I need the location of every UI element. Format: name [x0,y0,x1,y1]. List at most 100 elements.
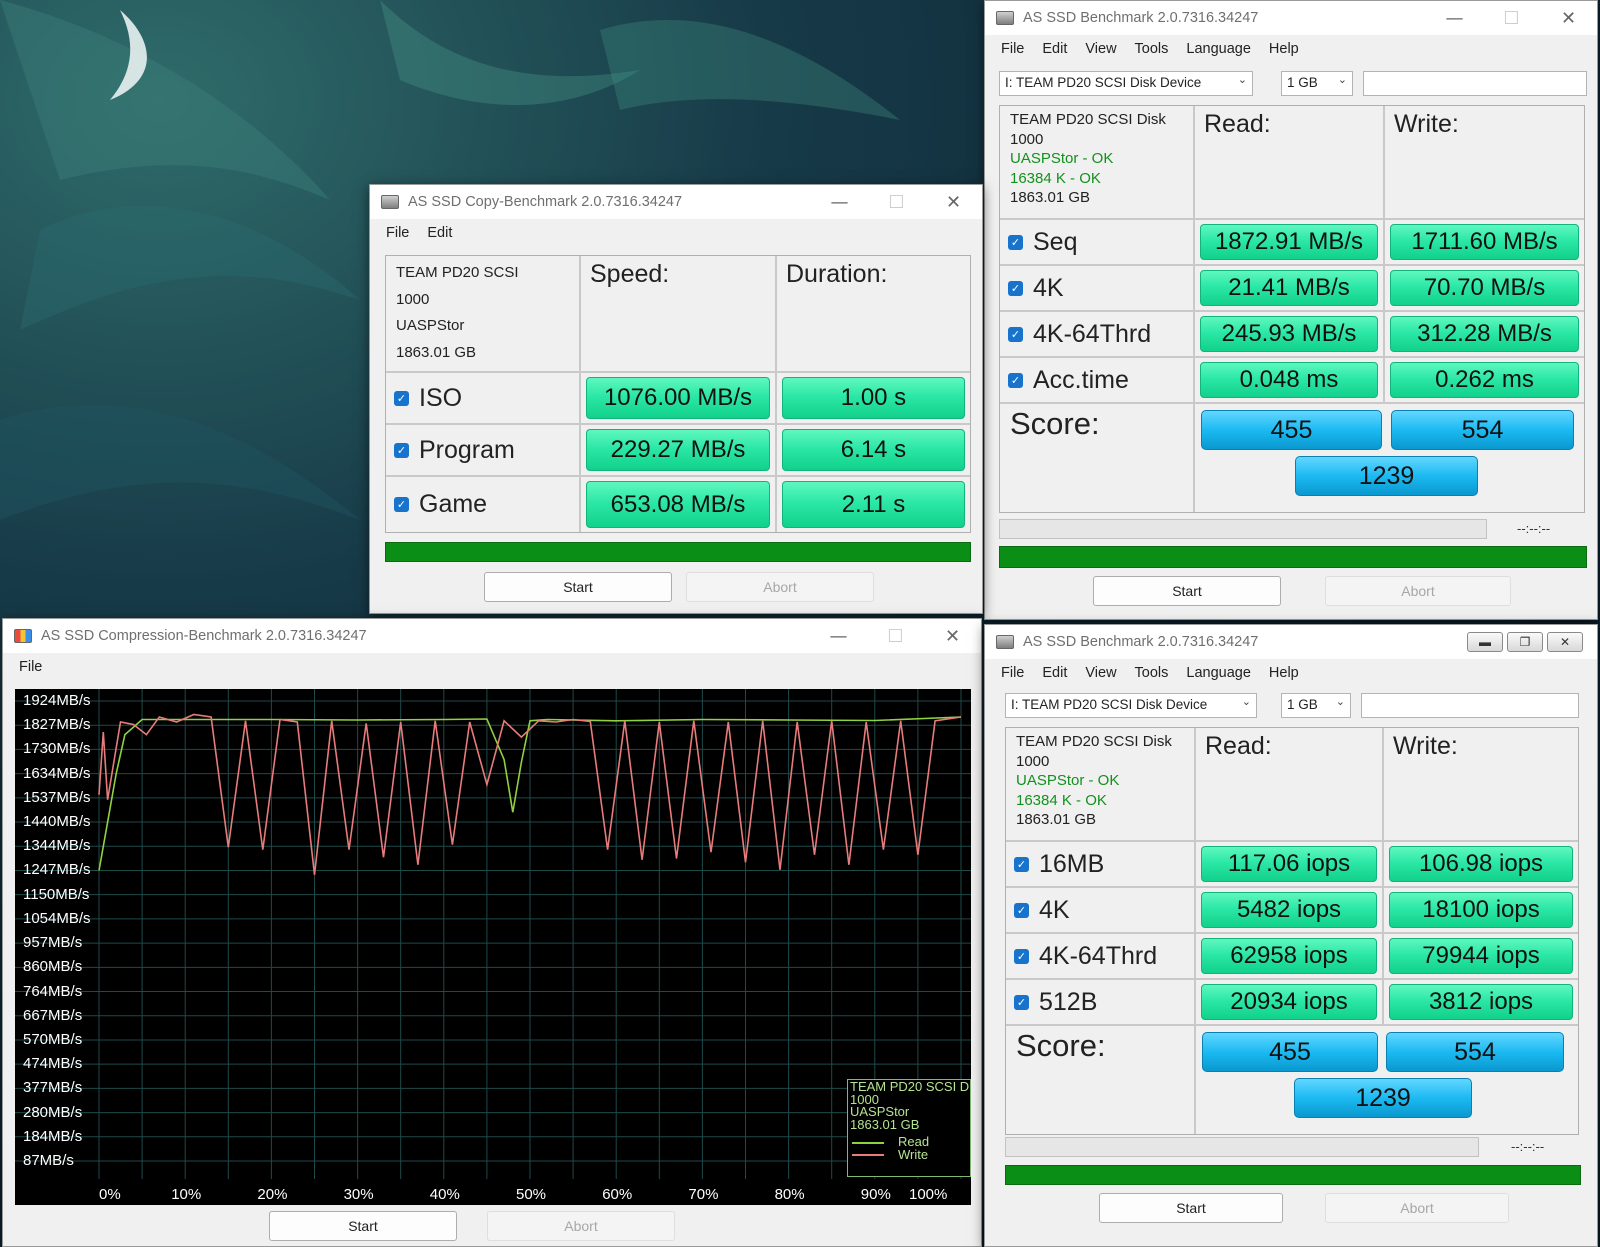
test-512b-row[interactable]: ✓ 512B [1006,980,1194,1024]
drive-info: TEAM PD20 SCSI Disk 1000 UASPStor - OK 1… [1006,728,1194,840]
drive-select[interactable]: I: TEAM PD20 SCSI Disk Device ⌄ [1005,693,1257,718]
app-chart-icon [14,629,32,643]
test-program-row[interactable]: ✓ Program [386,425,579,475]
menu-edit[interactable]: Edit [1033,41,1076,57]
y-tick-label: 1344MB/s [23,837,91,855]
test-game-row[interactable]: ✓ Game [386,477,579,532]
minimize-button[interactable]: — [811,185,868,219]
menu-file[interactable]: File [10,659,51,675]
menu-bar: File Edit View Tools Language Help [985,659,1597,687]
test-16mb-row[interactable]: ✓ 16MB [1006,842,1194,886]
test-seq-row[interactable]: ✓ Seq [1000,220,1193,264]
checkbox-checked-icon[interactable]: ✓ [1008,280,1023,296]
y-tick-label: 860MB/s [23,958,83,976]
test-label: 4K [1039,895,1070,924]
test-progress-bar [999,519,1487,539]
abort-button[interactable]: Abort [1325,576,1511,606]
read-header: Read: [1195,106,1383,218]
minimize-button[interactable]: — [810,619,867,653]
abort-button[interactable]: Abort [1325,1193,1509,1223]
checkbox-checked-icon[interactable]: ✓ [1014,902,1029,918]
chevron-down-icon: ⌄ [1337,74,1347,86]
menu-view[interactable]: View [1076,665,1125,681]
drive-info: TEAM PD20 SCSI 1000 UASPStor 1863.01 GB [386,256,579,371]
test-acctime-row[interactable]: ✓ Acc.time [1000,358,1193,402]
menu-file[interactable]: File [992,665,1033,681]
result-value: 245.93 MB/s [1200,316,1378,352]
checkbox-checked-icon[interactable]: ✓ [1008,234,1023,250]
menu-language[interactable]: Language [1177,665,1260,681]
drive-select[interactable]: I: TEAM PD20 SCSI Disk Device ⌄ [999,71,1253,96]
read-header: Read: [1196,728,1382,840]
checkbox-checked-icon[interactable]: ✓ [394,442,409,458]
window-title: AS SSD Copy-Benchmark 2.0.7316.34247 [408,194,683,210]
menu-file[interactable]: File [377,225,418,241]
maximize-button[interactable]: ☐ [1483,1,1540,35]
test-label: ISO [419,383,463,412]
title-bar: AS SSD Copy-Benchmark 2.0.7316.34247 — ☐… [370,185,982,219]
start-button[interactable]: Start [1093,576,1281,606]
checkbox-checked-icon[interactable]: ✓ [1014,856,1029,872]
checkbox-checked-icon[interactable]: ✓ [1008,326,1023,342]
chart-plot [15,689,971,1179]
x-tick-label: 90% [860,1186,891,1203]
result-value: 1.00 s [782,377,965,419]
checkbox-checked-icon[interactable]: ✓ [1014,994,1029,1010]
maximize-button[interactable]: ❐ [1507,632,1543,652]
status-field[interactable] [1361,693,1579,718]
close-button[interactable]: ✕ [1540,1,1597,35]
as-ssd-compression-benchmark-window: AS SSD Compression-Benchmark 2.0.7316.34… [2,618,982,1247]
maximize-button[interactable]: ☐ [867,619,924,653]
abort-button[interactable]: Abort [686,572,874,602]
legend-capacity: 1863.01 GB [850,1116,920,1132]
abort-button[interactable]: Abort [487,1211,675,1241]
x-tick-label: 50% [516,1186,547,1203]
test-progress-bar [1005,1137,1479,1157]
y-tick-label: 474MB/s [23,1055,83,1073]
start-button[interactable]: Start [269,1211,457,1241]
checkbox-checked-icon[interactable]: ✓ [1008,372,1023,388]
window-title: AS SSD Benchmark 2.0.7316.34247 [1023,10,1259,26]
size-select[interactable]: 1 GB ⌄ [1281,693,1351,718]
menu-view[interactable]: View [1076,41,1125,57]
menu-edit[interactable]: Edit [1033,665,1076,681]
y-tick-label: 1634MB/s [23,764,91,782]
close-button[interactable]: ✕ [924,619,981,653]
menu-help[interactable]: Help [1260,41,1308,57]
size-select[interactable]: 1 GB ⌄ [1281,71,1353,96]
menu-file[interactable]: File [992,41,1033,57]
checkbox-checked-icon[interactable]: ✓ [394,390,409,406]
start-button[interactable]: Start [1099,1193,1283,1223]
checkbox-checked-icon[interactable]: ✓ [1014,948,1029,964]
x-tick-label: 80% [774,1186,805,1203]
close-button[interactable]: ✕ [925,185,982,219]
chevron-down-icon: ⌄ [1241,696,1251,708]
title-bar: AS SSD Compression-Benchmark 2.0.7316.34… [3,619,981,653]
start-button[interactable]: Start [484,572,672,602]
minimize-button[interactable]: — [1426,1,1483,35]
test-4k-row[interactable]: ✓ 4K [1000,266,1193,310]
menu-tools[interactable]: Tools [1126,665,1178,681]
test-4k-row[interactable]: ✓ 4K [1006,888,1194,932]
test-label: Seq [1033,227,1078,256]
checkbox-checked-icon[interactable]: ✓ [394,497,409,512]
drive-firmware: 1000 [1010,130,1044,148]
test-4k64-row[interactable]: ✓ 4K-64Thrd [1006,934,1194,978]
chart-legend: TEAM PD20 SCSI D 1000 UASPStor 1863.01 G… [847,1079,971,1177]
test-4k64-row[interactable]: ✓ 4K-64Thrd [1000,312,1193,356]
x-tick-label: 0% [99,1186,121,1203]
minimize-button[interactable]: ▬ [1467,632,1503,652]
score-write: 554 [1386,1032,1564,1072]
menu-tools[interactable]: Tools [1126,41,1178,57]
test-iso-row[interactable]: ✓ ISO [386,373,579,423]
title-bar: AS SSD Benchmark 2.0.7316.34247 — ☐ ✕ [985,1,1597,35]
y-tick-label: 1827MB/s [23,716,91,734]
close-button[interactable]: ✕ [1547,632,1583,652]
status-field[interactable] [1363,71,1587,96]
menu-help[interactable]: Help [1260,665,1308,681]
maximize-button[interactable]: ☐ [868,185,925,219]
menu-language[interactable]: Language [1177,41,1260,57]
menu-edit[interactable]: Edit [418,225,461,241]
result-value: 62958 iops [1201,938,1377,974]
score-total: 1239 [1295,456,1478,496]
